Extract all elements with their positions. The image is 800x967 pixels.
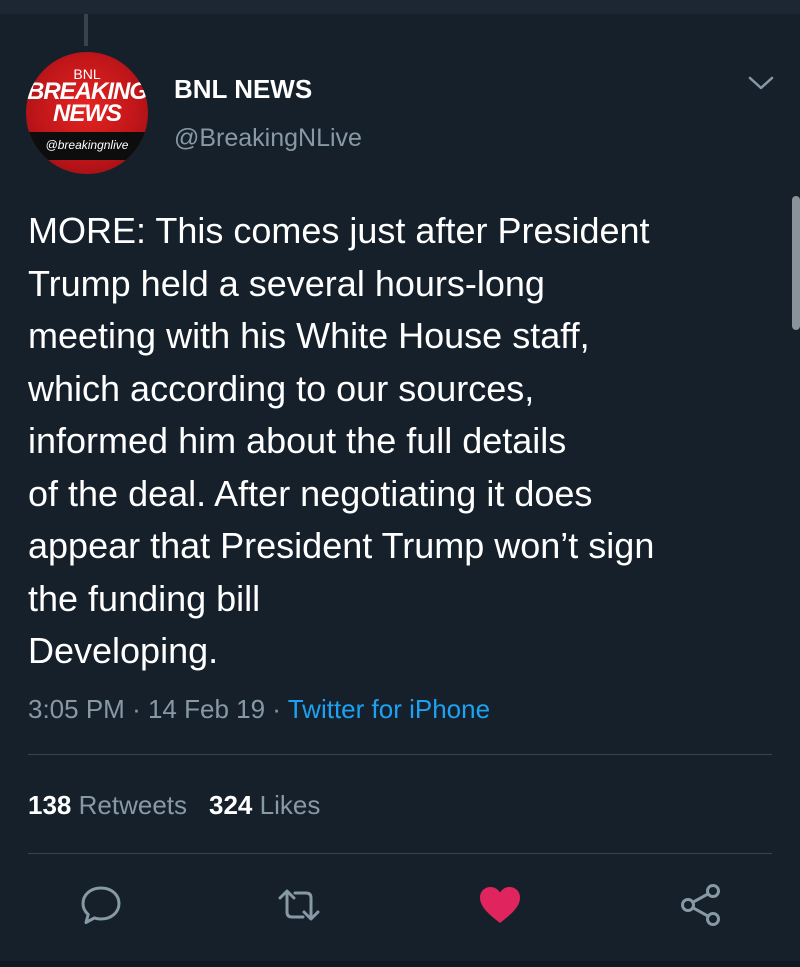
- divider: [28, 853, 772, 854]
- tweet-meta: 3:05 PM · 14 Feb 19 · Twitter for iPhone: [28, 694, 490, 725]
- chevron-down-icon[interactable]: [748, 74, 774, 92]
- likes-label: Likes: [259, 790, 321, 820]
- tweet-stats: 138 Retweets 324 Likes: [28, 790, 320, 821]
- heart-icon[interactable]: [477, 882, 523, 928]
- likes-stat[interactable]: 324 Likes: [209, 790, 320, 820]
- retweets-label: Retweets: [78, 790, 188, 820]
- divider: [28, 754, 772, 755]
- tweet-text: MORE: This comes just after President Tr…: [28, 205, 768, 678]
- tweet-date: 14 Feb 19: [147, 694, 266, 724]
- tweet-line: Developing.: [28, 630, 219, 671]
- avatar-line2: NEWS: [53, 100, 122, 127]
- reply-icon[interactable]: [78, 882, 124, 928]
- author-name[interactable]: BNL NEWS: [174, 74, 312, 105]
- meta-separator: ·: [132, 694, 141, 724]
- tweet-line: meeting with his White House staff,: [28, 315, 590, 356]
- share-icon[interactable]: [678, 882, 724, 928]
- tweet-source-link[interactable]: Twitter for iPhone: [288, 694, 490, 724]
- tweet-line: Trump held a several hours-long: [28, 262, 545, 304]
- tweet-line: of the deal. After negotiating it does: [28, 472, 593, 514]
- bottom-bar: [0, 961, 800, 967]
- avatar[interactable]: BNL BREAKING NEWS @breakingnlive: [26, 52, 148, 174]
- tweet-line: appear that President Trump won’t sign: [28, 525, 655, 566]
- meta-separator: ·: [272, 694, 281, 724]
- thread-connector-line: [84, 14, 88, 46]
- tweet-line: the funding bill: [28, 577, 261, 619]
- retweet-icon[interactable]: [276, 882, 322, 928]
- tweet-line: which according to our sources,: [28, 367, 535, 409]
- tweet-line: MORE: This comes just after President: [28, 210, 650, 251]
- retweets-count: 138: [28, 790, 72, 820]
- tweet-line: informed him about the full details: [28, 420, 567, 461]
- likes-count: 324: [209, 790, 253, 820]
- top-status-bar: [0, 0, 800, 14]
- avatar-handle: @breakingnlive: [26, 132, 148, 160]
- tweet-time: 3:05 PM: [28, 694, 125, 724]
- retweets-stat[interactable]: 138 Retweets: [28, 790, 187, 820]
- author-handle[interactable]: @BreakingNLive: [174, 124, 362, 153]
- scrollbar[interactable]: [792, 196, 800, 330]
